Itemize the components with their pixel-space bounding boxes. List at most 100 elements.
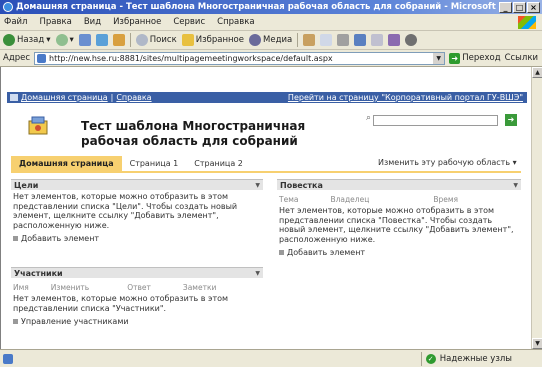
close-button[interactable]: × xyxy=(527,1,540,13)
chevron-down-icon: ▾ xyxy=(69,35,74,45)
attendees-empty-message: Нет элементов, которые можно отобразить … xyxy=(13,294,229,313)
discuss-icon[interactable] xyxy=(371,34,384,46)
attendees-manage[interactable]: Управление участниками xyxy=(11,313,263,326)
goals-add-item[interactable]: Добавить элемент xyxy=(11,230,263,243)
toolbar-separator xyxy=(129,33,131,47)
column-header[interactable]: Имя xyxy=(13,283,29,292)
column-header[interactable]: Владелец xyxy=(330,195,369,204)
attendees-title[interactable]: Участники xyxy=(14,269,63,278)
research-icon[interactable] xyxy=(405,34,418,46)
goals-empty-message: Нет элементов, которые можно отобразить … xyxy=(13,192,238,230)
chevron-down-icon[interactable]: ▼ xyxy=(433,52,445,64)
home-icon[interactable] xyxy=(112,34,125,46)
vertical-scrollbar[interactable]: ▲ ▼ xyxy=(531,67,542,349)
back-label: Назад xyxy=(17,35,45,45)
menu-favorites[interactable]: Избранное xyxy=(113,17,161,27)
go-button[interactable]: ➜ Переход xyxy=(449,52,501,64)
home-link[interactable]: Домашняя страница xyxy=(21,93,108,102)
security-zone-label: Надежные узлы xyxy=(439,353,512,364)
attendees-column-headers: Имя Изменить Ответ Заметки xyxy=(11,278,263,292)
windows-logo-icon xyxy=(518,15,536,29)
menu-view[interactable]: Вид xyxy=(84,17,101,27)
attendees-title-bar: Участники ▼ xyxy=(11,267,263,278)
column-header[interactable]: Заметки xyxy=(183,283,216,292)
chevron-down-icon[interactable]: ▼ xyxy=(255,182,260,189)
tabs-divider xyxy=(11,171,521,173)
site-title: Тест шаблона Многостраничная рабочая обл… xyxy=(81,119,306,148)
goals-title[interactable]: Цели xyxy=(14,181,38,190)
menu-file[interactable]: Файл xyxy=(4,17,27,27)
agenda-webpart: Повестка ▼ Тема Владелец Время Нет элеме… xyxy=(277,179,521,257)
go-arrow-icon: ➜ xyxy=(449,52,461,64)
go-label: Переход xyxy=(462,53,501,63)
portal-link[interactable]: Перейти на страницу "Корпоративный порта… xyxy=(288,93,523,102)
history-icon[interactable] xyxy=(303,34,316,46)
links-button[interactable]: Ссылки xyxy=(505,53,538,63)
tab-page-1[interactable]: Страница 1 xyxy=(122,156,187,171)
column-header[interactable]: Тема xyxy=(279,195,298,204)
mail-icon[interactable] xyxy=(320,34,333,46)
trusted-zone-icon: ✓ xyxy=(425,353,436,364)
page-icon xyxy=(37,53,46,63)
messenger-icon[interactable] xyxy=(388,34,401,46)
meeting-workspace-logo-icon xyxy=(28,116,48,135)
search-icon: ⌕ xyxy=(366,113,372,123)
agenda-empty-message: Нет элементов, которые можно отобразить … xyxy=(279,206,514,244)
breadcrumb-separator: | xyxy=(110,93,114,102)
minimize-button[interactable]: _ xyxy=(499,1,512,13)
agenda-add-label: Добавить элемент xyxy=(287,248,366,257)
favorites-label: Избранное xyxy=(195,35,244,45)
page-tabs: Домашняя страница Страница 1 Страница 2 xyxy=(11,156,251,171)
maximize-button[interactable]: □ xyxy=(513,1,526,13)
stop-icon[interactable] xyxy=(78,34,91,46)
refresh-icon[interactable] xyxy=(95,34,108,46)
window-controls: _ □ × xyxy=(499,1,540,13)
help-link[interactable]: Справка xyxy=(116,93,151,102)
status-bar: ✓ Надежные узлы xyxy=(0,349,542,367)
back-arrow-icon xyxy=(3,34,15,46)
bullet-icon xyxy=(13,319,18,324)
scroll-down-icon[interactable]: ▼ xyxy=(532,338,542,349)
menu-help[interactable]: Справка xyxy=(217,17,254,27)
agenda-add-item[interactable]: Добавить элемент xyxy=(277,244,521,257)
attendees-manage-label: Управление участниками xyxy=(21,317,129,326)
media-label: Медиа xyxy=(263,35,293,45)
chevron-down-icon[interactable]: ▼ xyxy=(513,182,518,189)
address-input[interactable]: http://new.hse.ru:8881/sites/multipageme… xyxy=(34,51,446,65)
column-header[interactable]: Ответ xyxy=(127,283,151,292)
column-header[interactable]: Изменить xyxy=(51,283,89,292)
toolbar-separator xyxy=(297,33,299,47)
window-title: Домашняя страница - Тест шаблона Многост… xyxy=(16,2,499,12)
forward-arrow-icon xyxy=(55,34,68,46)
sharepoint-top-link-bar: Домашняя страница | Справка Перейти на с… xyxy=(7,92,527,103)
edit-workspace-label: Изменить эту рабочую область xyxy=(378,158,511,167)
favorites-button[interactable]: Избранное xyxy=(181,34,244,46)
back-button[interactable]: Назад ▾ xyxy=(3,34,51,46)
chevron-down-icon[interactable]: ▼ xyxy=(255,270,260,277)
edit-icon[interactable] xyxy=(354,34,367,46)
chevron-down-icon: ▾ xyxy=(512,158,517,167)
edit-workspace-menu[interactable]: Изменить эту рабочую область ▾ xyxy=(378,158,517,167)
page-status-icon xyxy=(3,353,13,364)
agenda-title[interactable]: Повестка xyxy=(280,181,323,190)
media-button[interactable]: Медиа xyxy=(249,34,292,46)
home-icon xyxy=(10,94,18,101)
toolbar: Назад ▾ ▾ Поиск Избранное Медиа xyxy=(0,31,542,50)
agenda-title-bar: Повестка ▼ xyxy=(277,179,521,190)
address-label: Адрес xyxy=(3,53,30,63)
search-button[interactable]: Поиск xyxy=(135,34,177,46)
tab-page-2[interactable]: Страница 2 xyxy=(186,156,251,171)
search-go-button[interactable]: ➜ xyxy=(505,114,517,126)
print-icon[interactable] xyxy=(337,34,350,46)
chevron-down-icon: ▾ xyxy=(46,35,51,45)
menu-tools[interactable]: Сервис xyxy=(173,17,205,27)
column-header[interactable]: Время xyxy=(433,195,458,204)
tab-home[interactable]: Домашняя страница xyxy=(11,156,122,171)
forward-button[interactable]: ▾ xyxy=(55,34,74,46)
menu-edit[interactable]: Правка xyxy=(39,17,71,27)
site-search-input[interactable] xyxy=(373,115,498,126)
ie-logo-icon xyxy=(3,2,13,12)
scroll-up-icon[interactable]: ▲ xyxy=(532,67,542,78)
media-icon xyxy=(249,34,261,46)
menu-bar: Файл Правка Вид Избранное Сервис Справка xyxy=(0,14,542,31)
